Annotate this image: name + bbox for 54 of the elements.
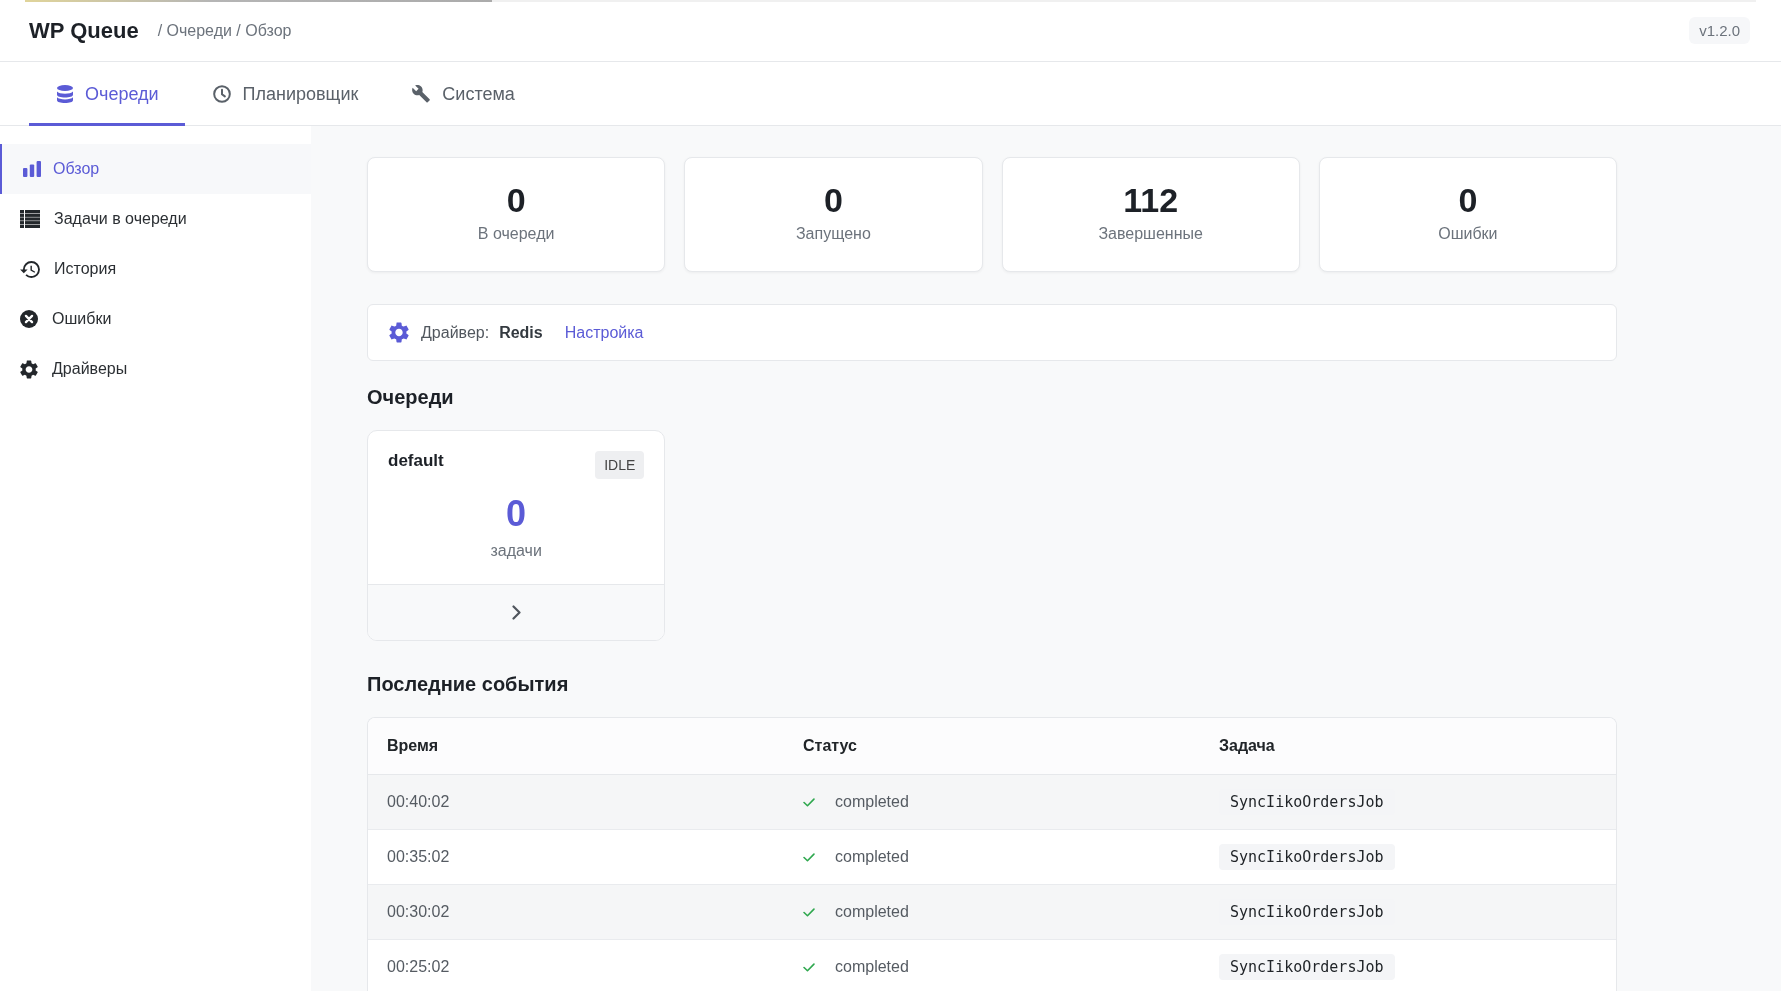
driver-label: Драйвер: [421,323,490,342]
status-text: completed [835,903,909,921]
stat-value: 0 [823,180,843,220]
status-badge: IDLE [595,451,645,479]
gear-icon [389,322,409,343]
table-cell: 00:40:02 [368,774,784,830]
breadcrumb: / Очереди / Обзор [157,21,292,40]
nav-tab[interactable]: Система [384,62,541,126]
stat-label: Ошибки [1438,224,1498,244]
job-name: SyncIikoOrdersJob [1219,954,1395,980]
bar-chart-icon [23,161,41,177]
status-text: completed [835,958,909,976]
sidebar-item[interactable]: Драйверы [0,344,311,394]
table-cell: 00:25:02 [368,939,784,991]
list-icon [20,210,40,228]
job-name: SyncIikoOrdersJob [1219,844,1395,870]
column-header: Время [368,718,784,775]
stat-value: 0 [506,180,526,220]
column-header: Задача [1200,718,1616,775]
open-queue-button[interactable] [368,584,665,640]
table-cell: 00:35:02 [368,829,784,885]
sidebar-item[interactable]: Задачи в очереди [0,194,311,244]
table-cell: 00:30:02 [368,884,784,940]
version-badge: v1.2.0 [1689,17,1750,44]
wrench-icon [412,85,431,103]
check-icon [803,962,815,972]
check-icon [803,797,815,807]
nav-tab[interactable]: Планировщик [184,62,385,126]
driver-name: Redis [499,323,543,342]
app-title: WP Queue [29,17,139,44]
section-heading: Очереди [367,385,455,409]
clock-icon [212,85,231,103]
gear-icon [20,359,38,379]
stat-label: Завершенные [1098,224,1203,244]
sidebar-item[interactable]: Обзор [0,144,311,194]
queue-count-label: задачи [490,541,542,561]
chevron-right-icon [511,605,521,620]
x-circle-icon [20,310,38,328]
database-icon [57,85,73,103]
history-icon [20,260,40,278]
check-icon [803,907,815,917]
queue-count: 0 [506,494,527,534]
queue-name: default [388,451,444,471]
sidebar-item[interactable]: История [0,244,311,294]
sidebar-item[interactable]: Ошибки [0,294,311,344]
check-icon [803,852,815,862]
settings-link[interactable]: Настройка [564,323,644,342]
stat-label: Запущено [795,224,871,244]
section-heading: Последние события [367,672,570,696]
status-text: completed [835,793,909,811]
stat-value: 112 [1123,180,1179,220]
stat-label: В очереди [477,224,555,244]
stat-value: 0 [1458,180,1478,220]
status-text: completed [835,848,909,866]
